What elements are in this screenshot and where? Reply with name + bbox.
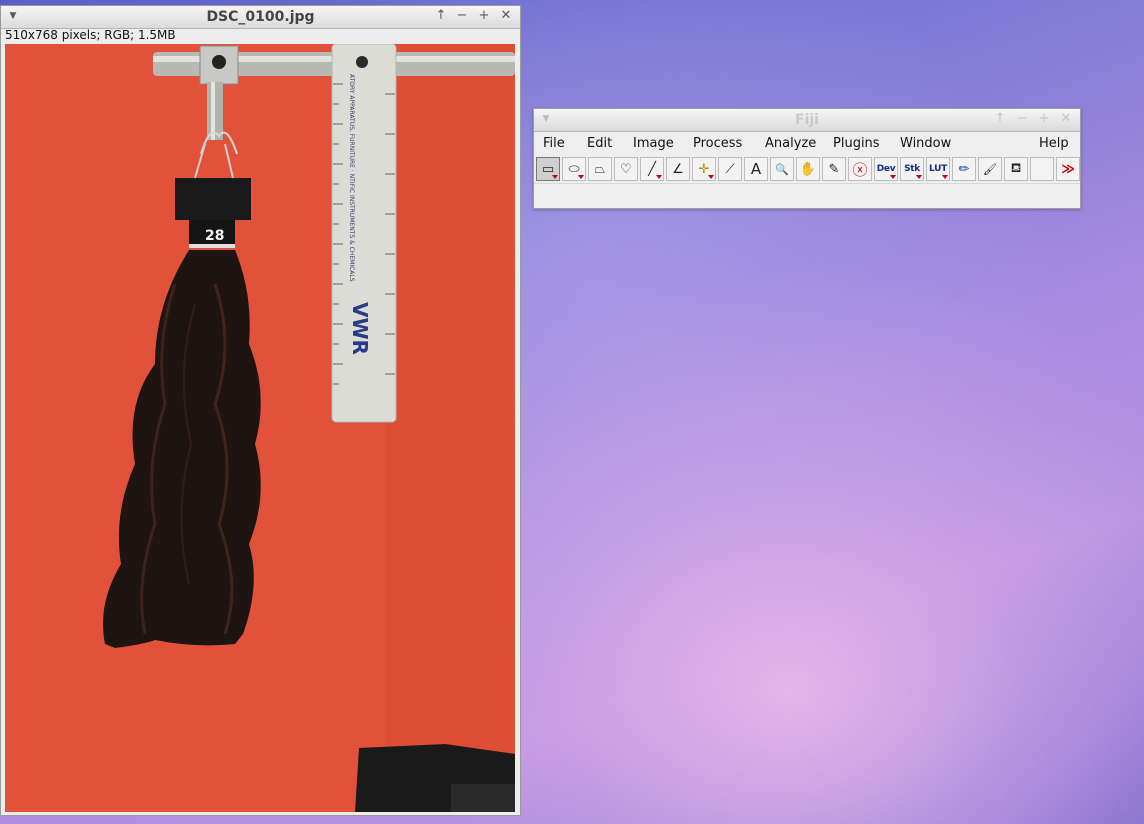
more-tools-button[interactable]: ≫ [1056,157,1080,181]
point-tool[interactable]: ✛ [692,157,716,181]
image-info: 510x768 pixels; RGB; 1.5MB [5,28,176,42]
lut-tool[interactable]: LUT [926,157,950,181]
oval-tool[interactable]: ⬭ [562,157,586,181]
angle-icon: ∠ [672,161,684,177]
magnifier-tool[interactable]: 🔍 [770,157,794,181]
angle-tool[interactable]: ∠ [666,157,690,181]
close-tool[interactable]: ⓧ [848,157,872,181]
menu-edit[interactable]: Edit [587,136,612,151]
hand-tool[interactable]: ✋ [796,157,820,181]
flood-fill-icon: ⛾ [1010,160,1022,176]
polygon-icon: ⏢ [594,161,606,177]
pencil-tool[interactable]: ✏ [952,157,976,181]
status-bar [534,183,1080,209]
more-tools-icon: ≫ [1061,161,1075,177]
text-tool[interactable]: A [744,157,768,181]
rectangle-tool[interactable]: ▭ [536,157,560,181]
close-icon[interactable]: ✕ [498,8,514,24]
wand-tool[interactable]: ⟋ [718,157,742,181]
ruler-subtext: ATORY APPARATUS, FURNITURE · NTIFIC INST… [348,74,355,282]
fiji-titlebar[interactable]: ▼ Fiji ↑ − + ✕ [534,109,1080,132]
close-icon[interactable]: ✕ [1058,111,1074,127]
dev-tool[interactable]: Dev [874,157,898,181]
minimize-icon[interactable]: − [454,8,470,24]
flood-fill-tool[interactable]: ⛾ [1004,157,1028,181]
image-canvas[interactable]: 28 ATORY APPARATUS, FURNITURE · NTIFIC I… [5,44,515,812]
freehand-tool[interactable]: ♡ [614,157,638,181]
menu-file[interactable]: File [543,136,565,151]
brush-tool[interactable]: 🖌 [978,157,1002,181]
wand-icon: ⟋ [725,161,735,177]
menu-window[interactable]: Window [900,136,951,151]
close-circle-icon: ⓧ [852,160,868,179]
freehand-icon: ♡ [620,161,632,177]
menu-image[interactable]: Image [633,136,674,151]
stk-tool[interactable]: Stk [900,157,924,181]
image-window-titlebar[interactable]: ▼ DSC_0100.jpg ↑ − + ✕ [1,6,520,29]
dev-icon: Dev [876,164,896,174]
menu-plugins[interactable]: Plugins [833,136,880,151]
menu-analyze[interactable]: Analyze [765,136,816,151]
minimize-icon[interactable]: − [1014,111,1030,127]
image-window[interactable]: ▼ DSC_0100.jpg ↑ − + ✕ 510x768 pixels; R… [0,5,521,816]
text-icon: A [750,160,762,178]
hair-sample-photo: 28 ATORY APPARATUS, FURNITURE · NTIFIC I… [5,44,515,812]
menu-help[interactable]: Help [1039,136,1069,151]
line-icon: ╱ [648,161,656,177]
raise-icon[interactable]: ↑ [433,8,449,24]
dropper-tool[interactable]: ✎ [822,157,846,181]
magnifier-icon: 🔍 [775,162,789,176]
tag-label: 28 [205,228,224,244]
maximize-icon[interactable]: + [1036,111,1052,127]
empty-tool-slot[interactable] [1030,157,1054,181]
polygon-tool[interactable]: ⏢ [588,157,612,181]
hand-icon: ✋ [799,161,817,177]
menu-process[interactable]: Process [693,136,742,151]
stk-icon: Stk [904,164,920,174]
ruler-brand: VWR [348,302,372,355]
pencil-icon: ✏ [958,161,970,177]
dropper-icon: ✎ [828,161,840,177]
raise-icon[interactable]: ↑ [992,111,1008,127]
fiji-window[interactable]: ▼ Fiji ↑ − + ✕ File Edit Image Process A… [533,108,1081,209]
lut-icon: LUT [929,164,947,174]
menu-bar: File Edit Image Process Analyze Plugins … [534,132,1080,154]
maximize-icon[interactable]: + [476,8,492,24]
line-tool[interactable]: ╱ [640,157,664,181]
brush-icon: 🖌 [983,162,997,176]
